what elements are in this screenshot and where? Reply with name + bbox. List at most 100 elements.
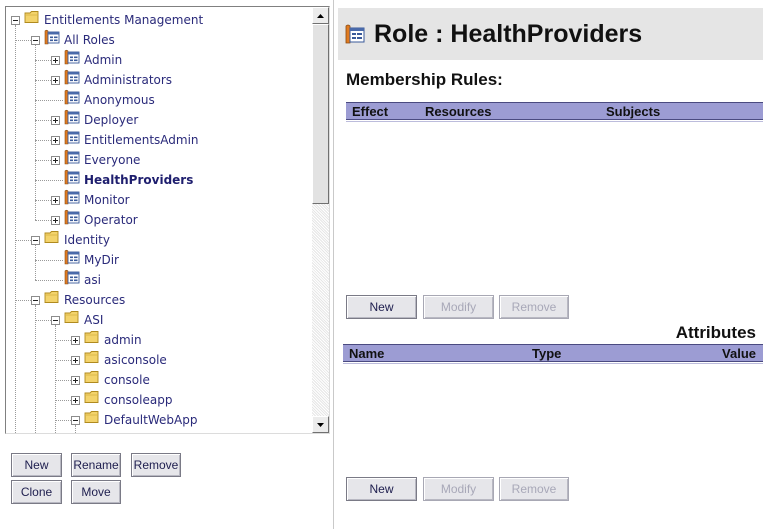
tree-connector	[55, 340, 71, 341]
role-icon	[64, 129, 80, 151]
role-icon	[344, 23, 366, 45]
rename-button[interactable]: Rename	[71, 453, 121, 477]
column-header-type[interactable]: Type	[532, 346, 561, 361]
attributes-modify-button[interactable]: Modify	[423, 477, 494, 501]
tree-connector	[35, 60, 51, 61]
entitlements-tree: Entitlements Management All Roles Admin Adm…	[6, 7, 312, 433]
tree-connector	[35, 220, 51, 221]
folder-icon	[24, 10, 40, 30]
tree-item-administrators[interactable]: Administrators	[51, 69, 173, 90]
membership-modify-button[interactable]: Modify	[423, 295, 494, 319]
tree-item-anonymous[interactable]: Anonymous	[51, 89, 155, 111]
tree-item-label: Administrators	[84, 73, 173, 87]
collapse-icon[interactable]	[51, 315, 60, 325]
folder-icon	[84, 330, 100, 350]
role-icon	[64, 89, 80, 111]
tree-connector	[35, 200, 51, 201]
expand-icon[interactable]	[51, 115, 60, 125]
tree-item-admin[interactable]: Admin	[51, 49, 122, 70]
expand-icon[interactable]	[51, 215, 60, 225]
tree-connector	[15, 25, 16, 433]
tree-vertical-scrollbar[interactable]	[312, 7, 329, 433]
tree-item-label: asiconsole	[104, 353, 167, 367]
expand-icon[interactable]	[71, 335, 80, 345]
expand-icon[interactable]	[71, 375, 80, 385]
expand-icon[interactable]	[71, 355, 80, 365]
tree-item-my-dir[interactable]: MyDir	[51, 249, 119, 270]
tree-item-monitor[interactable]: Monitor	[51, 189, 130, 210]
arrow-up-icon	[317, 13, 324, 18]
expand-icon[interactable]	[51, 155, 60, 165]
tree-item-resources[interactable]: Resources	[31, 290, 125, 310]
tree-item-consoleapp[interactable]: consoleapp	[71, 390, 172, 410]
membership-remove-button[interactable]: Remove	[499, 295, 569, 319]
expand-icon[interactable]	[51, 135, 60, 145]
collapse-icon[interactable]	[31, 295, 40, 305]
tree-item-label: Anonymous	[84, 93, 155, 107]
tree-new-button[interactable]: New	[11, 453, 62, 477]
tree-item-label: Operator	[84, 213, 138, 227]
tree-connector	[35, 160, 51, 161]
folder-icon	[84, 370, 100, 390]
column-header-resources[interactable]: Resources	[425, 104, 491, 119]
folder-icon	[44, 230, 60, 250]
navigation-pane: Entitlements Management All Roles Admin Adm…	[0, 0, 334, 529]
tree-item-entitlements-management[interactable]: Entitlements Management	[11, 10, 203, 30]
tree-remove-button[interactable]: Remove	[131, 453, 181, 477]
expand-icon[interactable]	[51, 55, 60, 65]
folder-icon	[84, 390, 100, 410]
tree-item-admin[interactable]: admin	[71, 330, 142, 350]
membership-new-button[interactable]: New	[346, 295, 417, 319]
tree-connector	[55, 360, 71, 361]
tree-item-identity[interactable]: Identity	[31, 230, 110, 250]
collapse-icon[interactable]	[71, 415, 80, 425]
role-detail-pane: Role : HealthProviders Membership Rules:…	[335, 0, 763, 529]
tree-item-console[interactable]: console	[71, 370, 150, 390]
collapse-icon[interactable]	[31, 235, 40, 245]
column-header-effect[interactable]: Effect	[352, 104, 388, 119]
role-icon	[64, 269, 80, 291]
clone-button[interactable]: Clone	[11, 480, 62, 504]
tree-item-label: Entitlements Management	[44, 13, 204, 27]
membership-rules-table-body	[346, 121, 763, 291]
column-header-subjects[interactable]: Subjects	[606, 104, 660, 119]
role-icon	[64, 109, 80, 131]
role-icon	[64, 169, 80, 191]
collapse-icon[interactable]	[31, 35, 40, 45]
scrollbar-thumb[interactable]	[312, 24, 329, 204]
attributes-remove-button[interactable]: Remove	[499, 477, 569, 501]
role-icon	[64, 149, 80, 171]
scroll-up-button[interactable]	[312, 7, 329, 24]
expand-icon[interactable]	[51, 75, 60, 85]
tree-item-everyone[interactable]: Everyone	[51, 149, 140, 171]
attributes-heading: Attributes	[675, 323, 756, 342]
tree-item-entitlements-admin[interactable]: EntitlementsAdmin	[51, 129, 199, 151]
tree-item-label: EntitlementsAdmin	[84, 133, 199, 147]
expand-icon[interactable]	[51, 195, 60, 205]
tree-item-label: ASI	[84, 313, 104, 327]
tree-item-operator[interactable]: Operator	[51, 209, 138, 231]
page-title: Role : HealthProviders	[374, 19, 643, 48]
tree-item-asi[interactable]: ASI	[51, 310, 103, 330]
tree-item-default-web-app[interactable]: DefaultWebApp	[71, 410, 197, 430]
tree-item-deployer[interactable]: Deployer	[51, 109, 138, 131]
arrow-down-icon	[317, 422, 324, 427]
tree-item-asiconsole[interactable]: asiconsole	[71, 350, 167, 370]
role-title-bar: Role : HealthProviders	[338, 8, 763, 60]
attributes-new-button[interactable]: New	[346, 477, 417, 501]
tree-connector	[15, 240, 31, 241]
tree-item-all-roles[interactable]: All Roles	[31, 29, 115, 50]
tree-connector	[15, 40, 31, 41]
tree-connector	[35, 245, 36, 280]
move-button[interactable]: Move	[71, 480, 121, 504]
column-header-value[interactable]: Value	[722, 346, 756, 361]
tree-item-asi[interactable]: asi	[51, 269, 101, 291]
scroll-down-button[interactable]	[312, 416, 329, 433]
attributes-table-body	[343, 363, 763, 473]
column-header-name[interactable]: Name	[349, 346, 384, 361]
collapse-icon[interactable]	[11, 15, 20, 25]
expand-icon[interactable]	[71, 395, 80, 405]
tree-item-health-providers[interactable]: HealthProviders	[51, 169, 193, 191]
tree-connector	[55, 400, 71, 401]
role-icon	[64, 209, 80, 231]
